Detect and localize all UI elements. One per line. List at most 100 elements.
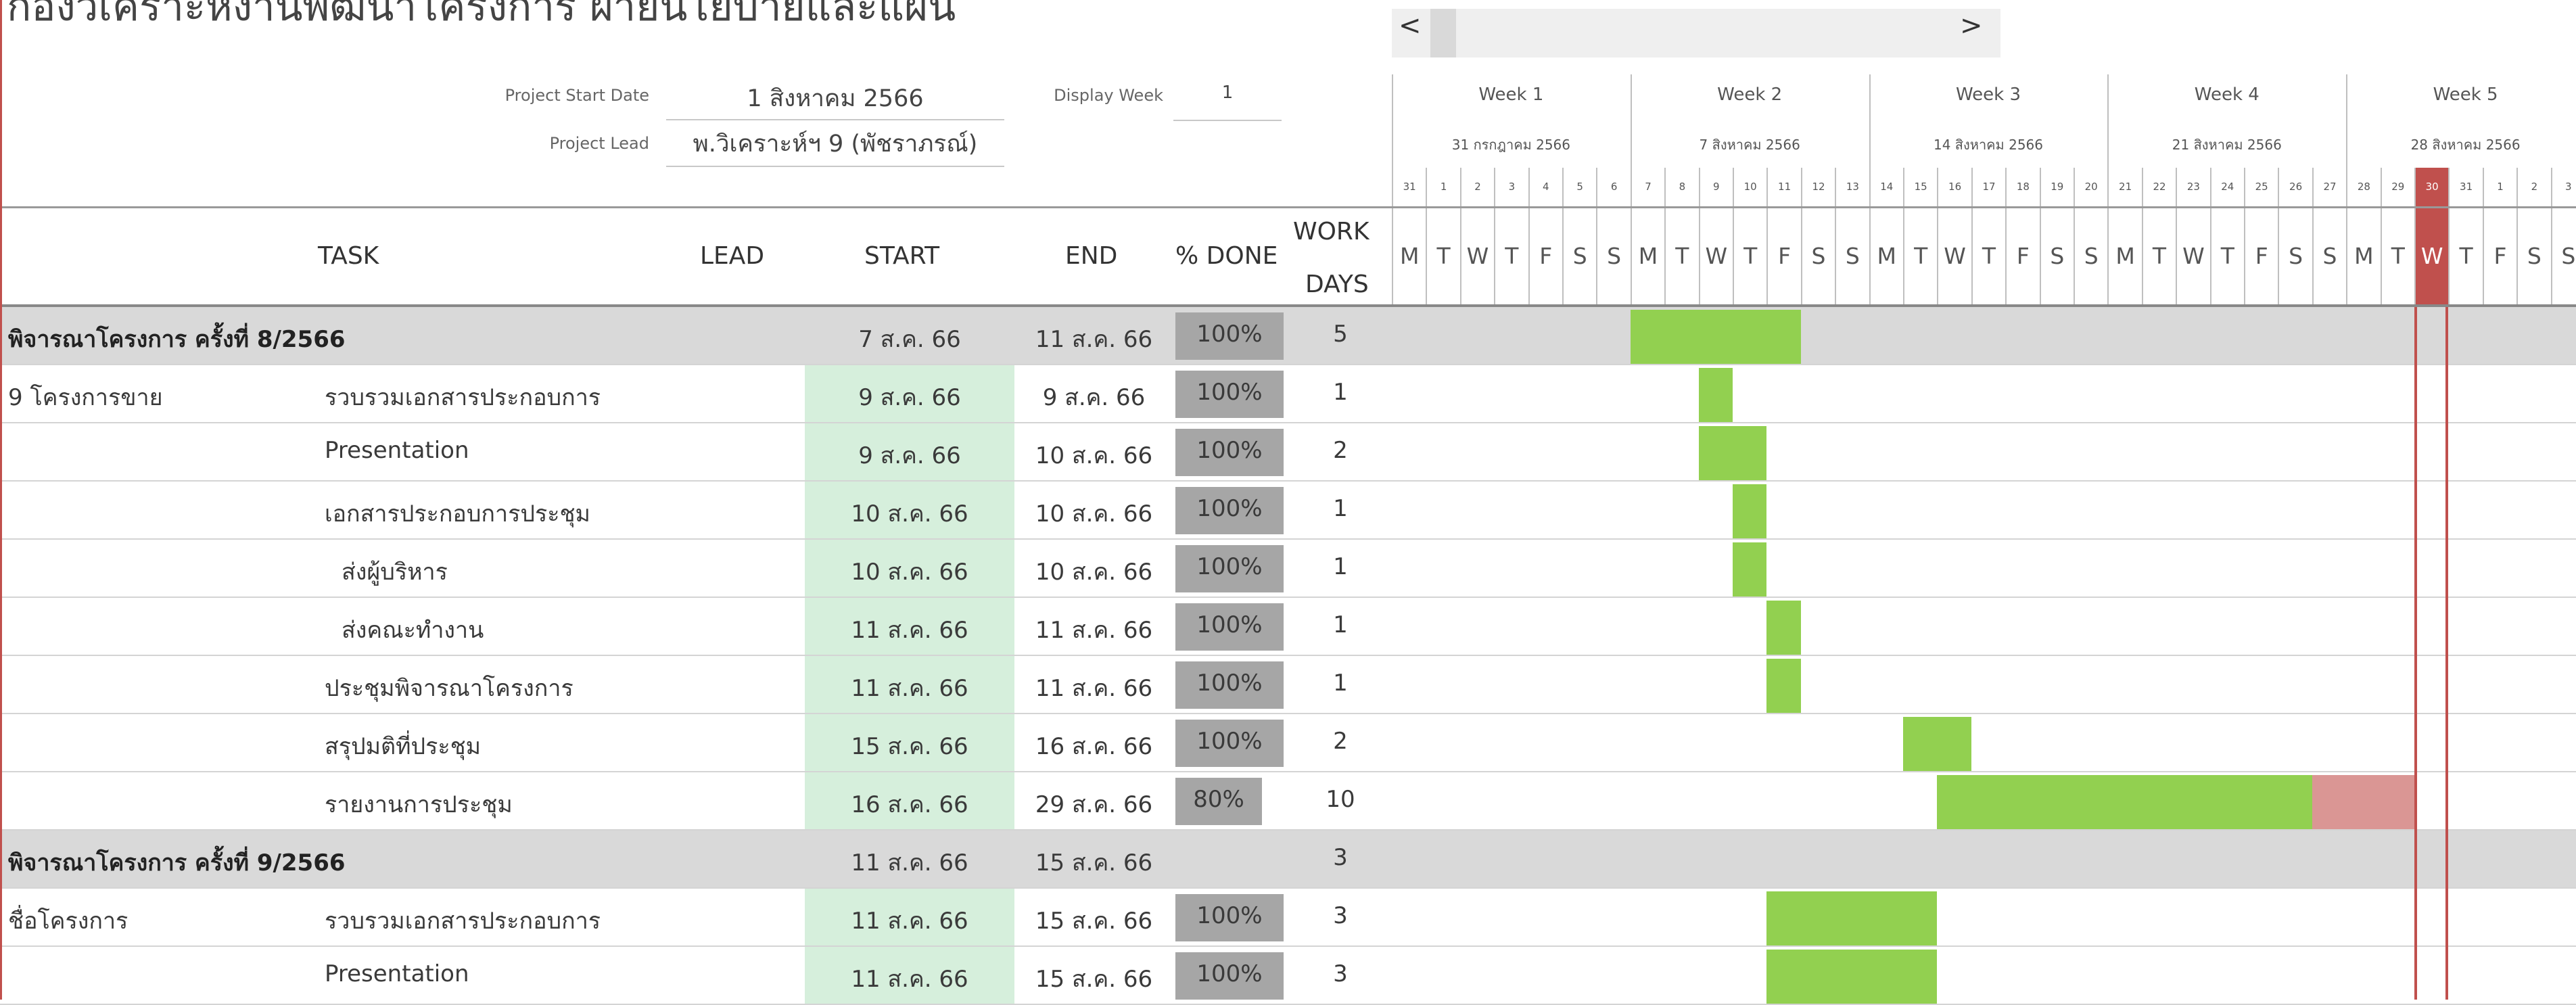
work-days[interactable]: 5 (1293, 321, 1388, 348)
task-name[interactable]: รวบรวมเอกสารประกอบการ (325, 379, 601, 415)
work-days[interactable]: 1 (1293, 611, 1388, 638)
gantt-bar-done[interactable] (1733, 484, 1767, 538)
end-date[interactable]: 16 ส.ค. 66 (1014, 728, 1173, 764)
task-name[interactable]: ส่งผู้บริหาร (342, 553, 448, 590)
end-date[interactable]: 10 ส.ค. 66 (1014, 437, 1173, 473)
percent-done[interactable]: 100% (1175, 379, 1284, 406)
scrollbar-thumb[interactable] (1430, 9, 1456, 57)
task-name[interactable]: ประชุมพิจารณาโครงการ (325, 670, 573, 706)
gantt-bar-remaining[interactable] (2312, 775, 2414, 829)
project-start-value[interactable]: 1 สิงหาคม 2566 (666, 80, 1004, 120)
day-letter: S (2074, 208, 2107, 304)
start-date[interactable]: 16 ส.ค. 66 (805, 786, 1014, 822)
day-number: 3 (2550, 168, 2576, 206)
start-date[interactable]: 10 ส.ค. 66 (805, 553, 1014, 590)
start-date[interactable]: 7 ส.ค. 66 (805, 321, 1014, 357)
col-header-end: END (1065, 242, 1118, 270)
day-letter: S (2516, 208, 2550, 304)
day-number: 11 (1766, 168, 1800, 206)
task-name[interactable]: Presentation (325, 437, 469, 464)
end-date[interactable]: 15 ส.ค. 66 (1014, 844, 1173, 881)
day-letter: S (1835, 208, 1869, 304)
start-date[interactable]: 11 ส.ค. 66 (805, 960, 1014, 997)
percent-done[interactable]: 100% (1175, 437, 1284, 464)
gantt-bar-done[interactable] (1766, 659, 1801, 713)
percent-done[interactable]: 100% (1175, 960, 1284, 987)
scroll-right-button[interactable]: > (1960, 10, 1983, 41)
gantt-bar-done[interactable] (1698, 368, 1733, 422)
display-week-value[interactable]: 1 (1173, 83, 1282, 121)
end-date[interactable]: 11 ส.ค. 66 (1014, 611, 1173, 648)
work-days[interactable]: 2 (1293, 728, 1388, 755)
work-days[interactable]: 1 (1293, 379, 1388, 406)
group-title[interactable]: พิจารณาโครงการ ครั้งที่ 8/2566 (8, 321, 346, 357)
gantt-bar-done[interactable] (1903, 717, 1971, 771)
start-date[interactable]: 15 ส.ค. 66 (805, 728, 1014, 764)
work-days[interactable]: 3 (1293, 960, 1388, 987)
percent-done[interactable]: 100% (1175, 321, 1284, 348)
gantt-bar-done[interactable] (1698, 426, 1767, 480)
group-title[interactable]: พิจารณาโครงการ ครั้งที่ 9/2566 (8, 844, 346, 881)
col-header-start: START (864, 242, 940, 270)
start-date[interactable]: 11 ส.ค. 66 (805, 670, 1014, 706)
week-scrollbar[interactable] (1392, 9, 2000, 57)
work-days[interactable]: 3 (1293, 902, 1388, 929)
gantt-bar-done[interactable] (1766, 950, 1938, 1004)
gantt-bar-done[interactable] (1766, 601, 1801, 655)
start-date[interactable]: 9 ส.ค. 66 (805, 379, 1014, 415)
start-date[interactable]: 11 ส.ค. 66 (805, 902, 1014, 939)
col-header-work: WORK (1293, 218, 1369, 246)
end-date[interactable]: 10 ส.ค. 66 (1014, 553, 1173, 590)
gantt-bar-done[interactable] (1937, 775, 2312, 829)
work-days[interactable]: 1 (1293, 553, 1388, 580)
end-date[interactable]: 15 ส.ค. 66 (1014, 902, 1173, 939)
task-name[interactable]: Presentation (325, 960, 469, 987)
work-days[interactable]: 3 (1293, 844, 1388, 871)
percent-done[interactable]: 80% (1175, 786, 1262, 813)
start-date[interactable]: 10 ส.ค. 66 (805, 495, 1014, 532)
row-divider (0, 655, 2576, 656)
day-letter: T (1733, 208, 1766, 304)
gantt-bar-done[interactable] (1733, 542, 1767, 597)
start-date[interactable]: 11 ส.ค. 66 (805, 844, 1014, 881)
percent-done[interactable]: 100% (1175, 553, 1284, 580)
percent-done[interactable]: 100% (1175, 902, 1284, 929)
start-date[interactable]: 9 ส.ค. 66 (805, 437, 1014, 473)
percent-done[interactable]: 100% (1175, 670, 1284, 697)
end-date[interactable]: 11 ส.ค. 66 (1014, 321, 1173, 357)
day-letter: S (2550, 208, 2576, 304)
task-name[interactable]: ส่งคณะทำงาน (342, 611, 484, 648)
end-date[interactable]: 29 ส.ค. 66 (1014, 786, 1173, 822)
start-date[interactable]: 11 ส.ค. 66 (805, 611, 1014, 648)
work-days[interactable]: 1 (1293, 670, 1388, 697)
today-marker-right (2445, 307, 2449, 1000)
row-divider (0, 364, 2576, 365)
work-days[interactable]: 10 (1293, 786, 1388, 813)
end-date[interactable]: 11 ส.ค. 66 (1014, 670, 1173, 706)
percent-done[interactable]: 100% (1175, 611, 1284, 638)
task-name[interactable]: รวบรวมเอกสารประกอบการ (325, 902, 601, 939)
task-name[interactable]: รายงานการประชุม (325, 786, 513, 822)
gantt-bar-done[interactable] (1630, 310, 1801, 364)
day-number: 12 (1800, 168, 1835, 206)
work-days[interactable]: 2 (1293, 437, 1388, 464)
project-name[interactable]: ชื่อโครงการ (8, 902, 128, 939)
project-name[interactable]: 9 โครงการขาย (8, 379, 163, 415)
project-lead-value[interactable]: พ.วิเคราะห์ฯ 9 (พัชราภรณ์) (666, 125, 1004, 167)
percent-done[interactable]: 100% (1175, 495, 1284, 522)
day-letter: F (2482, 208, 2516, 304)
day-letter: F (2244, 208, 2278, 304)
task-name[interactable]: สรุปมติที่ประชุม (325, 728, 481, 764)
end-date[interactable]: 15 ส.ค. 66 (1014, 960, 1173, 997)
work-days[interactable]: 1 (1293, 495, 1388, 522)
gantt-bar-done[interactable] (1766, 891, 1938, 945)
scroll-left-button[interactable]: < (1399, 10, 1422, 41)
day-number: 15 (1903, 168, 1937, 206)
day-letter: T (2141, 208, 2176, 304)
day-letter: T (2209, 208, 2244, 304)
task-name[interactable]: เอกสารประกอบการประชุม (325, 495, 590, 532)
end-date[interactable]: 10 ส.ค. 66 (1014, 495, 1173, 532)
day-letter: M (1630, 208, 1664, 304)
end-date[interactable]: 9 ส.ค. 66 (1014, 379, 1173, 415)
percent-done[interactable]: 100% (1175, 728, 1284, 755)
